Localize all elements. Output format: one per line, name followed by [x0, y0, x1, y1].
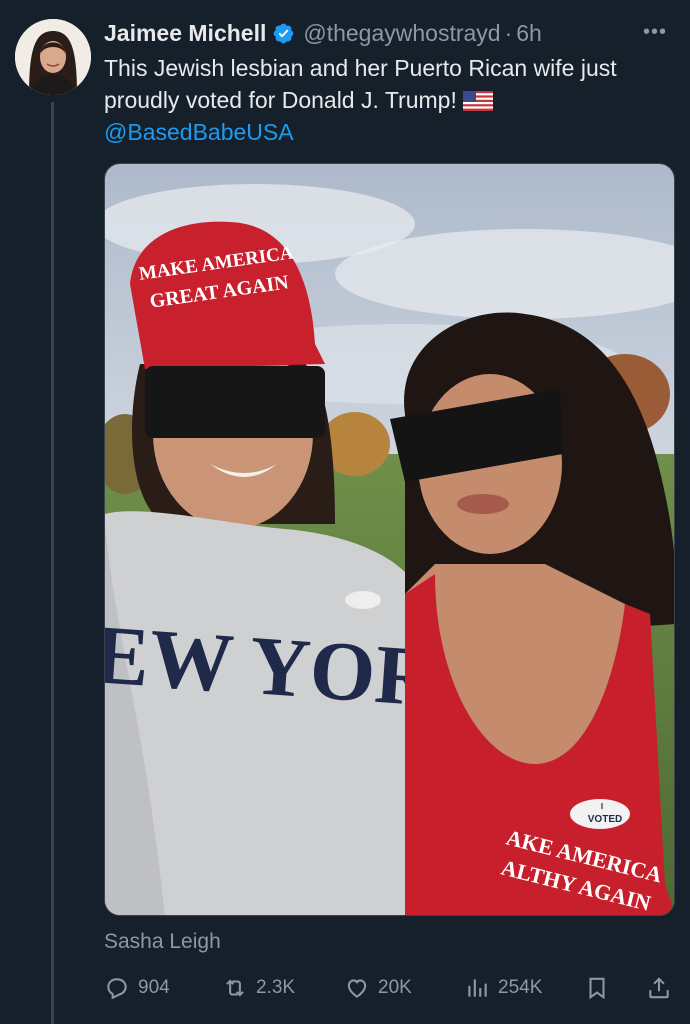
view-count: 254K — [498, 977, 543, 998]
tweet-photo[interactable]: MAKE AMERICA GREAT AGAIN NEW YORK I VOTE… — [104, 163, 675, 916]
author-handle[interactable]: @thegaywhostrayd — [303, 20, 500, 47]
reply-count: 904 — [138, 977, 170, 998]
tweet: Jaimee Michell @thegaywhostrayd · 6h •••… — [0, 0, 690, 1024]
more-options-icon[interactable]: ••• — [640, 21, 670, 43]
separator-dot: · — [504, 19, 513, 46]
share-icon — [649, 977, 669, 999]
reply-button[interactable]: 904 — [104, 975, 170, 1001]
thread-line — [51, 102, 54, 1024]
heart-icon — [347, 979, 367, 998]
timestamp[interactable]: 6h — [516, 20, 542, 47]
tweet-body: This Jewish lesbian and her Puerto Rican… — [104, 55, 617, 113]
share-button[interactable] — [646, 975, 672, 1001]
avatar[interactable] — [15, 19, 91, 95]
photo-credit[interactable]: Sasha Leigh — [104, 930, 221, 954]
like-button[interactable]: 20K — [344, 975, 412, 1001]
mention-link[interactable]: @BasedBabeUSA — [104, 116, 676, 148]
action-bar: 904 2.3K 20K 254K — [104, 968, 676, 1008]
repost-count: 2.3K — [256, 977, 296, 998]
reply-icon — [107, 978, 127, 1000]
us-flag-icon — [462, 87, 493, 111]
sticker-text-small: I — [601, 802, 603, 811]
sticker-text: VOTED — [588, 814, 622, 825]
views-button[interactable]: 254K — [464, 975, 542, 1001]
bookmark-icon — [589, 977, 605, 1000]
views-chart-icon — [468, 979, 487, 997]
tweet-header: Jaimee Michell @thegaywhostrayd · 6h ••• — [104, 17, 670, 49]
like-count: 20K — [378, 977, 412, 998]
verified-badge-icon — [272, 22, 295, 45]
tweet-text: This Jewish lesbian and her Puerto Rican… — [104, 52, 676, 148]
repost-icon — [226, 979, 244, 997]
bookmark-button[interactable] — [584, 975, 610, 1001]
author-name[interactable]: Jaimee Michell — [104, 20, 266, 47]
repost-button[interactable]: 2.3K — [222, 975, 295, 1001]
